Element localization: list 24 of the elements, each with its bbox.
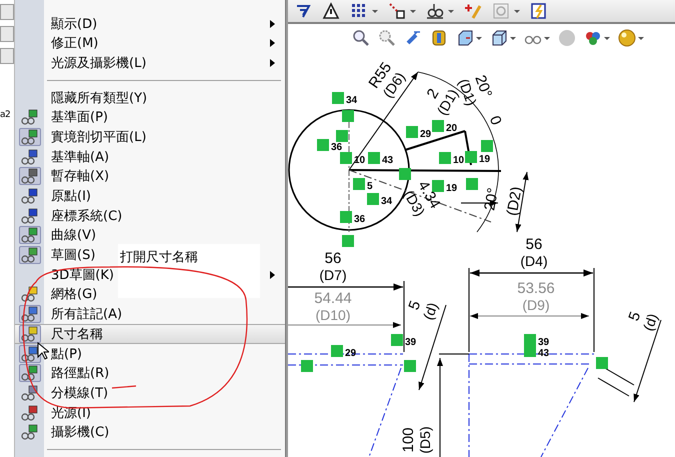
relation-label: 39 bbox=[405, 337, 416, 348]
tooltip: 打開尺寸名稱 bbox=[118, 244, 260, 298]
dimension-name: (D4) bbox=[520, 253, 548, 269]
relation-label: 19 bbox=[446, 183, 458, 194]
relation-label: 29 bbox=[420, 129, 432, 140]
dimension-name: (D10) bbox=[316, 307, 350, 323]
dimension-name: (d) bbox=[640, 311, 661, 333]
dimension-name: (d) bbox=[420, 300, 441, 322]
dimension-name: (D9) bbox=[522, 297, 550, 313]
relation-label: 10 bbox=[354, 155, 366, 166]
relation-label: 34 bbox=[381, 196, 392, 207]
relation-label: 29 bbox=[345, 348, 356, 359]
relation-label: 39 bbox=[538, 337, 550, 348]
dimension-name: (D5) bbox=[417, 426, 433, 454]
relation-label: 36 bbox=[354, 214, 366, 225]
relation-label: 10 bbox=[453, 155, 464, 166]
relation-label: 34 bbox=[346, 95, 358, 106]
relation-label: 19 bbox=[479, 154, 490, 165]
relation-label: 36 bbox=[331, 142, 342, 153]
relation-label: 5 bbox=[367, 181, 373, 192]
dimension-name: (D7) bbox=[319, 267, 347, 283]
relation-label: 43 bbox=[382, 155, 394, 166]
relation-label: 20 bbox=[446, 123, 458, 134]
relation-label: 43 bbox=[538, 348, 550, 359]
